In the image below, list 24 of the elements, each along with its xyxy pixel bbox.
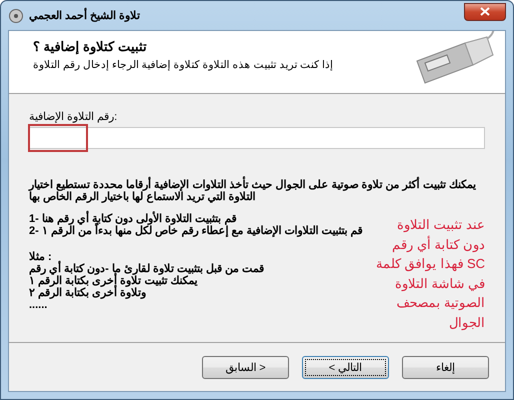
example-text: وتلاوة أخرى بكتابة الرقم ٢	[29, 287, 146, 299]
example-text: مثلا :	[29, 251, 52, 263]
header-subtitle: إذا كنت تريد تثبيت هذه التلاوة كتلاوة إضافية الرجاء إدخال رقم التلاوة	[33, 58, 334, 71]
annotation-text: في شاشة التلاوة	[394, 274, 485, 293]
example-text: ......	[29, 299, 48, 311]
dialog-button[interactable]: إلغاء	[402, 356, 489, 378]
annotation-text: فهذا يوافق كلمة SC	[376, 255, 485, 274]
intro-text: التلاوة التي تريد الاستماع لها باختيار الرقم الخاص بها	[29, 191, 256, 203]
dialog-button[interactable]: < التالي	[302, 356, 389, 378]
step-text: قم بتثبيت التلاوة الأولى دون كتابة أي رقم هنا -1	[29, 213, 236, 225]
window-title: تلاوة الشيخ أحمد العجمي	[29, 9, 458, 22]
annotation-text: عند تثبيت التلاوة	[396, 216, 485, 234]
close-button[interactable]	[464, 2, 506, 20]
example-text: يمكنك تثبيت تلاوة أخرى بكتابة الرقم ١	[29, 275, 198, 287]
dialog-button[interactable]: السابق >	[202, 356, 289, 378]
annotation-text: الصوتية بمصحف	[396, 294, 485, 312]
annotation-text: دون كتابة أي رقم	[392, 234, 485, 254]
close-icon	[480, 7, 490, 16]
disc-icon	[9, 8, 23, 22]
header-title: تثبيت كتلاوة إضافية ؟	[33, 39, 148, 54]
annotation-text: الجوال	[449, 314, 485, 332]
step-text: قم بتثبيت التلاوات الإضافية مع إعطاء رقم خاص لكل منها بدءاً من الرقم ١ -2	[29, 225, 363, 237]
recitation-number-field[interactable]	[29, 127, 485, 149]
field-label: رقم التلاوة الإضافية:	[29, 110, 118, 123]
